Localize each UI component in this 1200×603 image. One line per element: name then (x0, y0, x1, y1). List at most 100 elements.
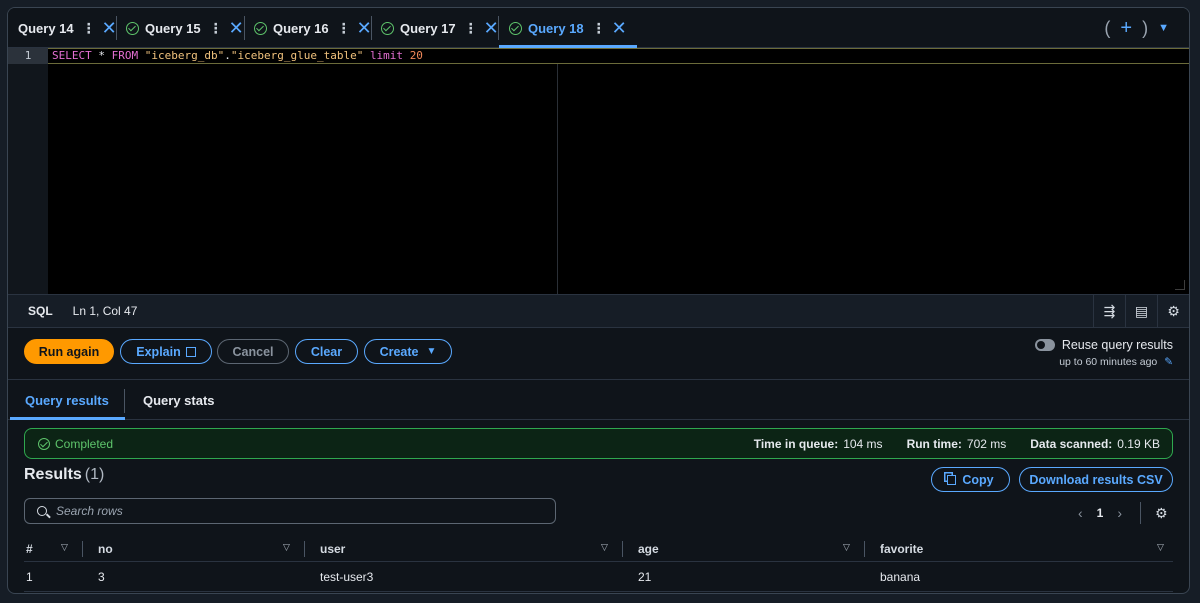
cursor-position: Ln 1, Col 47 (72, 304, 138, 318)
close-icon[interactable]: ✕ (229, 19, 244, 37)
code-line[interactable]: SELECT * FROM "iceberg_db"."iceberg_glue… (48, 48, 1189, 64)
explain-label: Explain (136, 344, 181, 359)
kebab-menu-icon[interactable]: ⋮ (337, 20, 351, 37)
table-cell: 1 (26, 570, 33, 584)
kebab-menu-icon[interactable]: ⋮ (464, 20, 478, 37)
completed-banner: Completed Time in queue: 104 ms Run time:… (24, 428, 1173, 459)
chevron-down-icon: ▼ (426, 346, 437, 357)
close-icon[interactable]: ✕ (102, 19, 117, 37)
tab-label: Query 16 (273, 20, 329, 36)
keyboard-icon[interactable]: ▤ (1125, 295, 1157, 328)
sort-icon[interactable]: ▽ (843, 542, 850, 553)
search-input[interactable]: Search rows (24, 498, 556, 524)
copy-icon (947, 474, 957, 485)
kebab-menu-icon[interactable]: ⋮ (209, 20, 223, 37)
code-token: limit (369, 49, 404, 62)
clear-button[interactable]: Clear (295, 339, 358, 364)
create-label: Create (379, 344, 419, 359)
print-margin (557, 64, 558, 294)
check-circle-icon (126, 21, 139, 35)
close-icon[interactable]: ✕ (612, 19, 627, 37)
results-title: Results (1) (24, 466, 104, 484)
add-tab-icon[interactable]: + (1120, 17, 1132, 40)
chevron-left-icon[interactable]: ‹ (1078, 505, 1083, 521)
copy-label: Copy (962, 472, 994, 487)
tab-query-18[interactable]: Query 18 ⋮ ✕ (499, 8, 637, 48)
tab-query-17[interactable]: Query 17 ⋮ ✕ (381, 8, 499, 48)
tab-query-16[interactable]: Query 16 ⋮ ✕ (254, 8, 372, 48)
gear-icon[interactable]: ⚙ (1157, 295, 1189, 328)
check-circle-icon (381, 21, 394, 35)
scanned-value: 0.19 KB (1117, 436, 1160, 451)
copy-button[interactable]: Copy (931, 467, 1010, 492)
cancel-button[interactable]: Cancel (217, 339, 289, 364)
query-editor-panel: Query 14 ⋮ ✕ Query 15 ⋮ ✕ Query 16 ⋮ ✕ Q… (7, 7, 1190, 594)
result-tabs: Query results Query stats (8, 380, 1189, 420)
query-tab-bar: Query 14 ⋮ ✕ Query 15 ⋮ ✕ Query 16 ⋮ ✕ Q… (8, 8, 1189, 48)
queue-value: 104 ms (843, 436, 883, 451)
resize-handle-icon[interactable] (1175, 280, 1185, 290)
column-header[interactable]: favorite (880, 536, 923, 562)
tab-query-15[interactable]: Query 15 ⋮ ✕ (126, 8, 244, 48)
sort-icon[interactable]: ▽ (1157, 542, 1164, 553)
code-token: SELECT (52, 49, 92, 62)
tab-dropdown-icon[interactable]: ▼ (1158, 22, 1169, 34)
tab-query-14[interactable]: Query 14 ⋮ ✕ (18, 8, 117, 48)
table-cell: test-user3 (320, 570, 374, 584)
format-icon[interactable]: ⇶ (1093, 295, 1125, 328)
tab-label: Query 18 (528, 20, 584, 36)
kebab-menu-icon[interactable]: ⋮ (82, 20, 96, 37)
editor-status-bar: SQL Ln 1, Col 47 ⇶ ▤ ⚙ (8, 294, 1189, 328)
kebab-menu-icon[interactable]: ⋮ (592, 20, 606, 37)
gear-icon[interactable]: ⚙ (1155, 505, 1168, 522)
sort-icon[interactable]: ▽ (61, 542, 68, 553)
download-csv-button[interactable]: Download results CSV (1019, 467, 1173, 492)
table-cell: banana (880, 570, 921, 584)
reuse-age: up to 60 minutes ago (1059, 356, 1158, 368)
code-token: . (224, 49, 231, 62)
close-icon[interactable]: ✕ (484, 19, 499, 37)
line-gutter: 1 (8, 48, 48, 294)
tab-query-results[interactable]: Query results (10, 380, 125, 420)
column-header[interactable]: # (26, 536, 33, 562)
close-icon[interactable]: ✕ (357, 19, 372, 37)
reuse-results: Reuse query results up to 60 minutes ago… (1034, 338, 1173, 368)
pencil-icon[interactable]: ✎ (1164, 356, 1173, 368)
tab-query-stats[interactable]: Query stats (143, 380, 215, 420)
language-label: SQL (28, 304, 53, 318)
tab-tools: ( + ) ▼ (1104, 8, 1169, 48)
code-token: "iceberg_db" (144, 49, 225, 62)
chevron-right-icon[interactable]: › (1117, 505, 1122, 521)
results-count: (1) (84, 466, 105, 483)
tab-label: Query 15 (145, 20, 201, 36)
results-label: Results (24, 466, 82, 483)
tab-label: Query 17 (400, 20, 456, 36)
create-button[interactable]: Create ▼ (364, 339, 452, 364)
code-token: * (91, 49, 112, 62)
code-token: 20 (409, 49, 423, 62)
search-icon (37, 506, 47, 516)
line-number: 1 (8, 48, 48, 64)
current-page[interactable]: 1 (1097, 506, 1104, 520)
external-link-icon (185, 346, 196, 357)
column-header[interactable]: age (638, 536, 659, 562)
run-again-button[interactable]: Run again (24, 339, 114, 364)
queue-label: Time in queue: (753, 436, 839, 451)
sort-icon[interactable]: ▽ (283, 542, 290, 553)
results-table: # ▽ no ▽ user ▽ age ▽ favorite ▽ 1 3 tes… (24, 536, 1173, 592)
query-actions: Run again Explain Cancel Clear Create ▼ … (8, 328, 1189, 380)
check-circle-icon (509, 21, 522, 35)
status-text: Completed (55, 436, 114, 451)
column-header[interactable]: user (320, 536, 345, 562)
sql-editor[interactable]: 1 SELECT * FROM "iceberg_db"."iceberg_gl… (8, 48, 1189, 294)
explain-button[interactable]: Explain (120, 339, 212, 364)
sort-icon[interactable]: ▽ (601, 542, 608, 553)
table-cell: 3 (98, 570, 105, 584)
reuse-label: Reuse query results (1061, 338, 1173, 352)
column-header[interactable]: no (98, 536, 113, 562)
runtime-value: 702 ms (966, 436, 1007, 451)
reuse-toggle[interactable] (1034, 339, 1055, 351)
